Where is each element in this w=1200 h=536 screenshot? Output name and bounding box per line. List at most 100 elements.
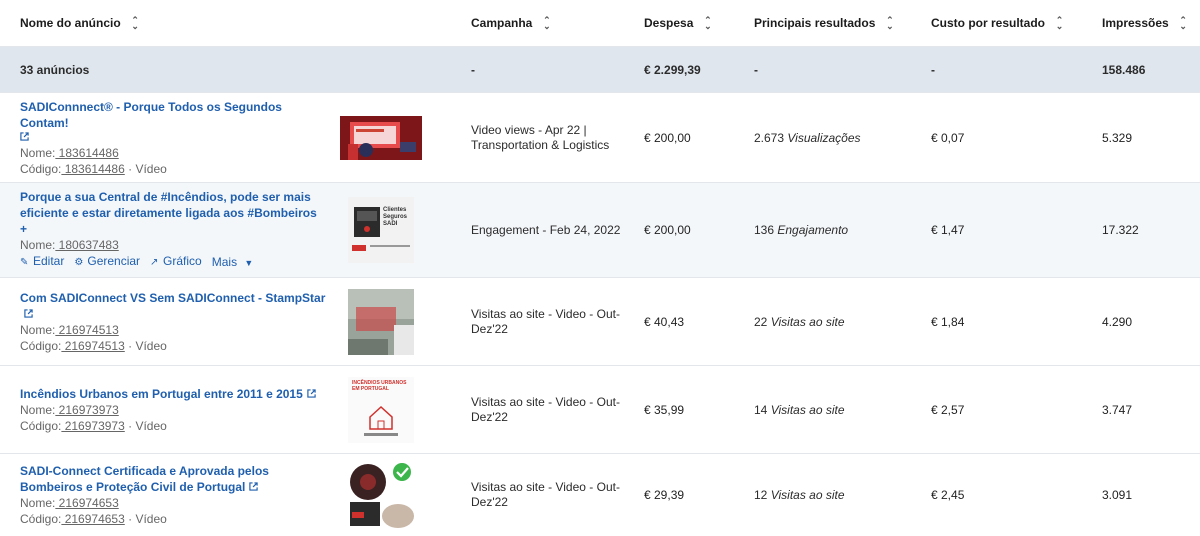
ad-type: · Vídeo xyxy=(124,512,167,526)
summary-spend: € 2.299,39 xyxy=(644,62,701,77)
cost-value: € 2,45 xyxy=(931,488,965,502)
row-actions: ✎ Editar ⚙ Gerenciar ↗ Gráfico Mais ▼ xyxy=(20,253,325,271)
table-row[interactable]: Com SADIConnect VS Sem SADIConnect - Sta… xyxy=(0,278,1200,366)
impressions-value: 4.290 xyxy=(1102,314,1133,329)
gear-icon: ⚙ xyxy=(74,257,84,268)
spend-value: € 200,00 xyxy=(644,223,691,237)
result-label: Visitas ao site xyxy=(770,314,845,329)
ad-type: · Vídeo xyxy=(124,338,167,353)
col-header-campaign-label: Campanha xyxy=(471,16,533,30)
campaign-name[interactable]: Video views - Apr 22 | Transportation & … xyxy=(471,123,621,153)
chart-label: Gráfico xyxy=(163,254,202,268)
pencil-icon: ✎ xyxy=(20,257,29,268)
table-row[interactable]: Porque a sua Central de #Incêndios, pode… xyxy=(0,183,1200,278)
code-label: Código: xyxy=(20,161,62,176)
impressions-value: 5.329 xyxy=(1102,130,1133,145)
ad-title-link[interactable]: Com SADIConnect VS Sem SADIConnect - Sta… xyxy=(20,291,325,305)
manage-label: Gerenciar xyxy=(87,254,141,268)
edit-action[interactable]: ✎ Editar xyxy=(20,253,64,271)
ad-thumbnail[interactable] xyxy=(348,288,414,355)
sort-icon[interactable]: ⌃ ⌄ xyxy=(542,16,551,31)
code-label: Código: xyxy=(20,418,62,433)
code-value[interactable]: 216974513 xyxy=(61,339,125,353)
col-header-spend[interactable]: Despesa ⌃ ⌄ xyxy=(644,0,744,46)
name-value[interactable]: 216973973 xyxy=(55,403,119,417)
cost-value: € 2,57 xyxy=(931,402,965,417)
campaign-name[interactable]: Visitas ao site - Video - Out-Dez'22 xyxy=(471,307,621,337)
thumb-caption: Clientes Seguros SADI xyxy=(383,207,408,227)
col-header-name-label: Nome do anúncio xyxy=(20,16,121,30)
summary-impressions: 158.486 xyxy=(1102,62,1146,77)
ad-title-link[interactable]: SADI-Connect Certificada e Aprovada pelo… xyxy=(20,464,269,494)
impressions-value: 17.322 xyxy=(1102,223,1139,237)
code-value[interactable]: 216973973 xyxy=(61,419,125,433)
col-header-results[interactable]: Principais resultados ⌃ ⌄ xyxy=(754,0,924,46)
spend-value: € 40,43 xyxy=(644,314,685,329)
spend-value: € 200,00 xyxy=(644,130,691,145)
col-header-spend-label: Despesa xyxy=(644,16,694,30)
code-label: Código: xyxy=(20,512,62,526)
name-label: Nome: xyxy=(20,496,56,510)
cost-value: € 1,47 xyxy=(931,223,965,237)
result-count: 136 xyxy=(754,223,775,237)
ad-title-link[interactable]: Porque a sua Central de #Incêndios, pode… xyxy=(20,190,317,236)
campaign-name[interactable]: Engagement - Feb 24, 2022 xyxy=(471,223,620,238)
sort-icon[interactable]: ⌃ ⌄ xyxy=(1179,16,1188,31)
summary-name: 33 anúncios xyxy=(20,62,90,77)
ad-title-link[interactable]: SADIConnnect® - Porque Todos os Segundos… xyxy=(20,100,282,130)
summary-row: 33 anúncios - € 2.299,39 - - 158.486 xyxy=(0,47,1200,93)
ad-title-link[interactable]: Incêndios Urbanos em Portugal entre 2011… xyxy=(20,387,303,401)
cost-value: € 1,84 xyxy=(931,314,965,329)
sort-icon[interactable]: ⌃ ⌄ xyxy=(131,16,140,31)
name-label: Nome: xyxy=(20,145,56,160)
name-value[interactable]: 216974513 xyxy=(55,323,119,337)
name-value[interactable]: 180637483 xyxy=(55,238,119,252)
table-header: Nome do anúncio ⌃ ⌄ Campanha ⌃ ⌄ Despesa ⌃ ⌄ P… xyxy=(0,0,1200,47)
table-row[interactable]: SADIConnnect® - Porque Todos os Segundos… xyxy=(0,93,1200,183)
col-header-name[interactable]: Nome do anúncio ⌃ ⌄ xyxy=(20,0,330,46)
col-header-cost-label: Custo por resultado xyxy=(931,16,1046,30)
external-link-icon[interactable] xyxy=(307,388,316,398)
more-label: Mais xyxy=(211,254,238,269)
name-value[interactable]: 183614486 xyxy=(55,146,119,160)
sort-icon[interactable]: ⌃ ⌄ xyxy=(1055,16,1064,31)
impressions-value: 3.091 xyxy=(1102,488,1133,502)
result-count: 14 xyxy=(754,402,768,417)
col-header-campaign[interactable]: Campanha ⌃ ⌄ xyxy=(471,0,621,46)
ad-thumbnail[interactable] xyxy=(348,462,414,528)
ad-type: · Vídeo xyxy=(124,418,167,433)
external-link-icon[interactable] xyxy=(20,131,29,141)
table-row[interactable]: SADI-Connect Certificada e Aprovada pelo… xyxy=(0,454,1200,536)
campaign-name[interactable]: Visitas ao site - Video - Out-Dez'22 xyxy=(471,395,621,425)
campaign-name[interactable]: Visitas ao site - Video - Out-Dez'22 xyxy=(471,480,621,510)
spend-value: € 29,39 xyxy=(644,488,685,502)
chart-icon: ↗ xyxy=(150,257,159,268)
sort-icon[interactable]: ⌃ ⌄ xyxy=(703,16,712,31)
code-value[interactable]: 216974653 xyxy=(61,512,125,526)
manage-action[interactable]: ⚙ Gerenciar xyxy=(74,253,140,271)
ad-thumbnail[interactable]: Clientes Seguros SADI xyxy=(348,197,414,263)
cost-value: € 0,07 xyxy=(931,130,965,145)
result-label: Visualizações xyxy=(787,130,861,145)
table-row[interactable]: Incêndios Urbanos em Portugal entre 2011… xyxy=(0,366,1200,454)
ad-thumbnail[interactable] xyxy=(340,115,422,160)
col-header-impressions[interactable]: Impressões ⌃ ⌄ xyxy=(1102,0,1200,46)
external-link-icon[interactable] xyxy=(24,308,33,318)
spend-value: € 35,99 xyxy=(644,402,685,417)
chart-action[interactable]: ↗ Gráfico xyxy=(150,253,202,271)
result-label: Visitas ao site xyxy=(770,488,845,502)
more-action[interactable]: Mais ▼ xyxy=(212,254,254,271)
ad-thumbnail[interactable]: INCÊNDIOS URBANOS EM PORTUGAL xyxy=(348,376,414,443)
result-label: Visitas ao site xyxy=(770,402,845,417)
name-value[interactable]: 216974653 xyxy=(55,496,119,510)
col-header-results-label: Principais resultados xyxy=(754,16,876,30)
result-label: Engajamento xyxy=(777,223,849,237)
col-header-cost[interactable]: Custo por resultado ⌃ ⌄ xyxy=(931,0,1091,46)
result-count: 22 xyxy=(754,314,768,329)
code-value[interactable]: 183614486 xyxy=(61,162,125,176)
result-count: 12 xyxy=(754,488,768,502)
external-link-icon[interactable] xyxy=(249,482,259,491)
ad-type: · Vídeo xyxy=(124,161,167,176)
sort-icon[interactable]: ⌃ ⌄ xyxy=(885,16,894,31)
name-label: Nome: xyxy=(20,238,56,252)
